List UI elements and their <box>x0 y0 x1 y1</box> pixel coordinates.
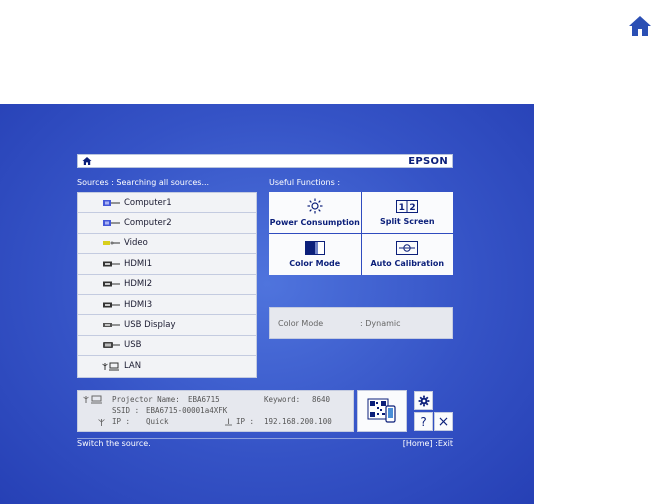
projector-name-label: Projector Name: <box>112 395 180 404</box>
svg-text:1: 1 <box>399 203 405 213</box>
source-item-label: HDMI1 <box>124 258 153 269</box>
split-screen-label: Split Screen <box>379 216 435 226</box>
title-bar: EPSON <box>77 154 453 168</box>
svg-text:2: 2 <box>410 203 416 213</box>
source-list: Computer1 Computer2 Video HDMI1 HDMI2 HD… <box>77 192 257 378</box>
network-info-panel: Projector Name: EBA6715 Keyword: 8640 SS… <box>77 390 354 432</box>
hdmi-plug-icon <box>102 280 124 288</box>
source-item-lan[interactable]: LAN <box>78 356 256 376</box>
status-bar: Switch the source. [Home] :Exit <box>77 438 453 450</box>
projector-name-value: EBA6715 <box>188 395 220 404</box>
rca-plug-icon <box>102 239 124 247</box>
vga-plug-icon <box>102 219 124 227</box>
keyword-label: Keyword: <box>264 395 301 404</box>
gear-icon <box>418 395 429 406</box>
ssid-value: EBA6715-00001a4XFK <box>146 406 228 415</box>
home-button[interactable] <box>624 10 656 42</box>
help-button[interactable]: ? <box>414 412 433 431</box>
exit-hint: [Home] :Exit <box>402 439 453 448</box>
auto-calibration-button[interactable]: Auto Calibration <box>361 234 453 275</box>
keyword-value: 8640 <box>312 395 331 404</box>
color-mode-label: Color Mode <box>289 259 341 268</box>
color-mode-icon <box>304 241 325 255</box>
ssid-label: SSID : <box>112 406 140 415</box>
source-item-usb-display[interactable]: USB Display <box>78 315 256 336</box>
lan-icon <box>102 362 124 371</box>
color-mode-button[interactable]: Color Mode <box>269 234 361 275</box>
source-item-hdmi2[interactable]: HDMI2 <box>78 275 256 295</box>
home-icon <box>82 157 92 165</box>
source-item-computer1[interactable]: Computer1 <box>78 193 256 214</box>
qr-code-icon <box>367 398 396 423</box>
vga-plug-icon <box>102 199 124 207</box>
source-item-video[interactable]: Video <box>78 234 256 255</box>
usb-b-plug-icon <box>102 341 124 349</box>
source-item-label: Computer2 <box>124 218 172 229</box>
hdmi-plug-icon <box>102 260 124 268</box>
brand-logo: EPSON <box>408 155 448 167</box>
calibration-icon <box>396 241 419 255</box>
source-item-usb[interactable]: USB <box>78 336 256 357</box>
status-hint: Switch the source. <box>77 439 151 448</box>
source-item-label: Computer1 <box>124 197 172 208</box>
home-icon <box>629 16 651 36</box>
auto-calibration-label: Auto Calibration <box>370 259 445 268</box>
color-mode-info-value: : Dynamic <box>360 318 401 328</box>
ip-mode-label: IP : <box>112 417 131 426</box>
ip-value: 192.168.200.100 <box>264 417 332 426</box>
source-item-label: HDMI3 <box>124 299 153 310</box>
color-mode-info: Color Mode : Dynamic <box>269 307 453 339</box>
close-icon: × <box>437 413 450 430</box>
power-consumption-label: Power Consumption <box>269 218 360 227</box>
ip-label: IP : <box>236 417 255 426</box>
qr-code-button[interactable] <box>357 390 407 432</box>
wireless-lan-icon <box>83 395 102 404</box>
source-item-label: Video <box>124 238 148 249</box>
split-screen-button[interactable]: 1 2 Split Screen <box>361 192 453 233</box>
usb-plug-icon <box>102 321 124 329</box>
useful-functions-grid: Power Consumption 1 2 Split Screen Color… <box>269 192 453 275</box>
source-item-label: HDMI2 <box>124 279 153 290</box>
source-item-computer2[interactable]: Computer2 <box>78 213 256 234</box>
ip-mode-value: Quick <box>146 417 169 426</box>
hdmi-plug-icon <box>102 301 124 309</box>
source-item-hdmi3[interactable]: HDMI3 <box>78 295 256 316</box>
settings-button[interactable] <box>414 391 433 410</box>
source-item-label: USB <box>124 340 142 351</box>
projector-home-screen: EPSON Sources : Searching all sources...… <box>0 104 534 504</box>
wired-lan-icon <box>225 418 232 426</box>
functions-label: Useful Functions : <box>269 178 341 187</box>
source-item-hdmi1[interactable]: HDMI1 <box>78 254 256 275</box>
close-button[interactable]: × <box>434 412 453 431</box>
antenna-icon <box>98 419 105 426</box>
source-item-label: LAN <box>124 361 142 372</box>
help-icon: ? <box>420 414 427 429</box>
sources-label: Sources : Searching all sources... <box>77 178 210 187</box>
color-mode-info-label: Color Mode <box>278 318 324 328</box>
sun-icon <box>307 198 323 214</box>
split-screen-icon: 1 2 <box>396 199 419 213</box>
power-consumption-button[interactable]: Power Consumption <box>269 192 361 233</box>
source-item-label: USB Display <box>124 320 176 331</box>
